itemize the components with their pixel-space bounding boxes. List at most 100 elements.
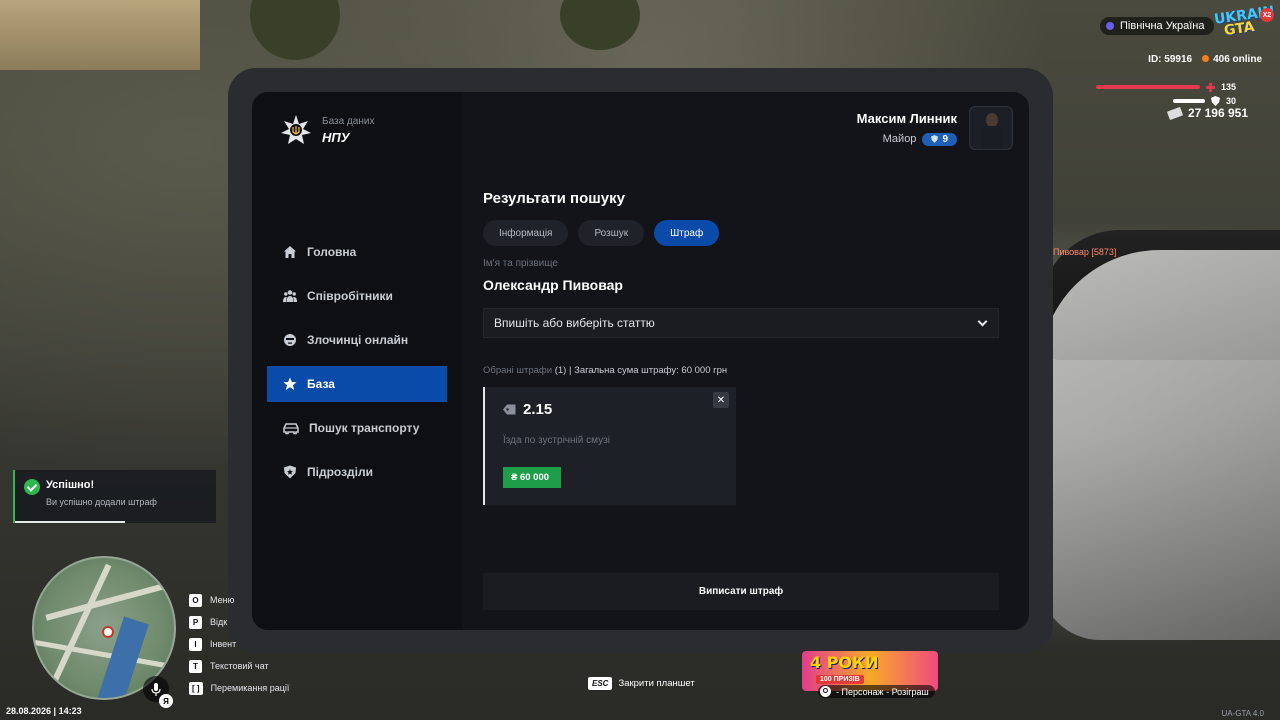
region-name: Північна Україна [1120,20,1205,32]
player-id: ID: 59916 [1148,54,1193,65]
toast-text: Ви успішно додали штраф [46,497,157,507]
sidebar-item-label: Головна [307,245,357,259]
background-building [0,0,200,70]
sidebar-nav: Головна Співробітники Злочинці онлайн Ба… [267,234,447,498]
keybind-item: I Інвент [189,633,289,655]
logo-badge: X2 [1260,8,1274,22]
home-icon [284,246,296,258]
criminal-icon [284,334,296,346]
tablet-screen: База даних НПУ Головна Співробітники Зло… [252,92,1029,630]
health-bar: 135 [1095,82,1236,92]
promo-caption-text: - Персонаж - Розіграш [836,686,929,697]
npc-nametag: Пивовар [5873] [1053,247,1117,257]
sidebar-item-label: Співробітники [307,289,393,303]
toast-progress [15,521,125,523]
esc-key: ESC [588,677,613,690]
fine-amount-badge: ₴ 60 000 [503,467,562,488]
fine-description: Їзда по зустрічній смузі [503,435,610,446]
issue-fine-button[interactable]: Виписати штраф [483,573,999,610]
health-icon [1205,82,1215,92]
keybind-item: P Відк [189,611,289,633]
fine-code-row: 2.15 [503,401,552,418]
close-tablet-hint: ESC Закрити планшет [588,677,695,690]
health-value: 135 [1220,82,1236,92]
chevron-down-icon [977,316,988,326]
police-star-icon [281,115,311,144]
tab-wanted[interactable]: Розшук [578,220,645,246]
toast-title: Успішно! [46,479,95,491]
health-fill [1095,85,1200,89]
background-tree [250,0,340,60]
keybind-item: T Текстовий чат [189,655,289,677]
user-rank: Майор [882,133,917,145]
background-car [1040,250,1280,640]
promo-subtitle: 100 ПРИЗІВ [816,675,864,684]
rank-level-badge: 9 [922,132,957,146]
sidebar-item-units[interactable]: Підрозділи [267,454,447,490]
fine-card: 2.15 Їзда по зустрічній смузі ₴ 60 000 ✕ [483,387,736,505]
close-tablet-label: Закрити планшет [618,678,695,689]
sidebar: База даних НПУ Головна Співробітники Зло… [252,92,462,630]
money-icon [1166,106,1184,120]
tab-fine[interactable]: Штраф [654,220,720,246]
shield-icon [284,465,296,479]
online-count: 406 online [1202,54,1262,65]
tag-icon [503,404,516,415]
keybind-list: O Меню P Відк I Інвент T Текстовий чат [ ] Пе… [189,589,289,699]
background-tree [560,0,640,50]
player-marker-icon [102,626,114,638]
user-name: Максим Линник [856,110,957,126]
sidebar-item-label: Підрозділи [307,465,373,479]
name-label: Ім'я та прізвище [483,258,558,269]
fine-code: 2.15 [523,401,553,418]
people-icon [283,290,297,302]
server-info: ID: 59916 406 online [1148,54,1262,65]
keybind-item: O Меню [189,589,289,611]
user-rank-row: Майор 9 [857,132,957,146]
fines-summary-label: Обрані штрафи [483,365,553,376]
sidebar-item-home[interactable]: Головна [267,234,447,270]
avatar [969,106,1013,150]
remove-fine-button[interactable]: ✕ [713,392,729,408]
sidebar-item-database[interactable]: База [267,366,447,402]
check-icon [24,479,40,495]
keybind-item: [ ] Перемикання рації [189,677,289,699]
tab-information[interactable]: Інформація [483,220,569,246]
armor-bar: 30 [1172,96,1236,106]
promo-key: O [820,686,831,697]
sidebar-item-employees[interactable]: Співробітники [267,278,447,314]
fines-count: (1) [554,365,567,376]
region-icon [1106,22,1114,30]
region-indicator: Північна Україна [1100,17,1215,35]
success-toast: Успішно! Ви успішно додали штраф [13,470,216,523]
sidebar-item-criminals[interactable]: Злочинці онлайн [267,322,447,358]
car-icon [283,423,299,435]
sidebar-item-label: База [307,377,335,391]
fines-total: | Загальна сума штрафу: 60 000 грн [566,365,728,376]
user-profile: Максим Линник Майор 9 [857,106,1013,150]
armor-fill [1172,99,1205,103]
brand: База даних НПУ [280,114,374,146]
brand-subtitle: База даних [322,115,375,127]
sidebar-item-label: Злочинці онлайн [307,333,409,347]
promo-title: 4 РОКИ [810,653,879,672]
article-select-placeholder: Впишіть або виберіть статтю [494,316,655,330]
date-time: 28.08.2026 | 14:23 [6,706,82,716]
person-name: Олександр Пивовар [483,277,623,293]
sidebar-item-vehicle-search[interactable]: Пошук транспорту [267,410,447,446]
tab-bar: Інформація Розшук Штраф [483,220,720,246]
promo-caption: O - Персонаж - Розіграш [818,685,935,698]
page-title: Результати пошуку [483,190,625,207]
money-display: 27 196 951 [1166,106,1248,120]
game-logo: UKRAIN GTA X2 [1213,3,1276,40]
rank-level: 9 [942,133,948,145]
brand-title: НПУ [322,129,350,145]
main-content: Максим Линник Майор 9 Результати пошуку … [483,92,1013,630]
star-icon [283,377,297,390]
language-badge: Я [159,694,173,708]
fines-summary: Обрані штрафи (1) | Загальна сума штрафу… [483,365,727,376]
money-value: 27 196 951 [1187,106,1248,120]
game-version: UA-GTA 4.0 [1221,709,1264,718]
article-select[interactable]: Впишіть або виберіть статтю [483,308,999,338]
shield-icon [931,135,939,143]
